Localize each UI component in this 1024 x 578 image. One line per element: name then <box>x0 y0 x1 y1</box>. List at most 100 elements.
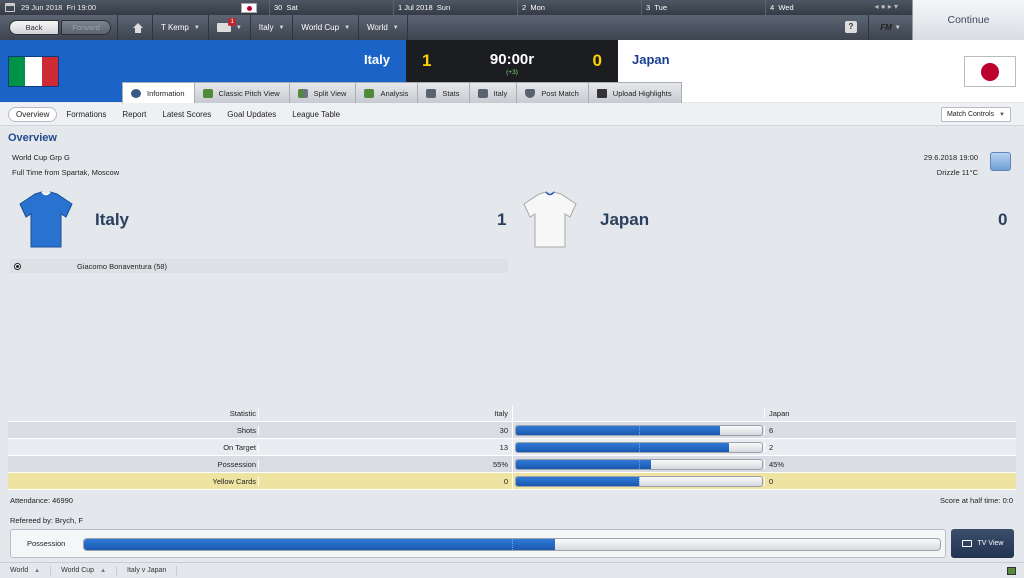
home-team-name[interactable]: Italy <box>330 52 390 67</box>
calendar-controls[interactable]: ◂ ● ▸ ▾ <box>874 2 898 11</box>
stats-row-shots: Shots 30 6 <box>8 421 1016 439</box>
stat-comparison-bar <box>514 475 763 487</box>
match-controls-dropdown[interactable]: Match Controls ▼ <box>940 107 1011 122</box>
stat-away-value: 45% <box>764 459 1012 469</box>
home-button[interactable] <box>124 15 153 40</box>
home-team-label[interactable]: Italy <box>95 210 129 230</box>
stat-bar-cell <box>512 472 764 490</box>
subnav-goal-updates[interactable]: Goal Updates <box>220 108 283 121</box>
help-icon[interactable]: ? <box>845 21 857 33</box>
stats-icon <box>426 88 437 98</box>
stat-label: Shots <box>236 425 256 435</box>
weather-label: Drizzle 11°C <box>936 168 978 177</box>
inbox-button[interactable]: 1 ▼ <box>209 15 251 40</box>
breadcrumb-match[interactable]: Italy v Japan <box>117 565 178 576</box>
bar-midline <box>638 459 640 469</box>
stats-row-on-target: On Target 13 2 <box>8 438 1016 456</box>
stat-comparison-bar <box>514 424 763 436</box>
calendar-day-1[interactable]: 30 Sat <box>269 0 393 15</box>
nav-divider <box>117 15 118 40</box>
subnav-report[interactable]: Report <box>115 108 153 121</box>
tab-analysis[interactable]: Analysis <box>356 82 419 103</box>
stat-bar-fill <box>515 442 729 452</box>
away-team-name[interactable]: Japan <box>632 52 670 67</box>
italy-flag-icon <box>8 56 59 87</box>
referee-label[interactable]: Refereed by: Brych, F <box>10 516 83 525</box>
possession-label: Possession <box>27 539 66 548</box>
tab-classic-pitch-view[interactable]: Classic Pitch View <box>194 82 290 103</box>
nav-menu-world[interactable]: World ▼ <box>359 15 408 40</box>
sub-navigation: Overview Formations Report Latest Scores… <box>0 103 1024 126</box>
subnav-latest-scores[interactable]: Latest Scores <box>155 108 218 121</box>
fm-logo: FM <box>880 23 892 32</box>
calendar-icon[interactable] <box>5 3 15 12</box>
stats-header-home: Italy <box>258 408 512 418</box>
stat-label: Yellow Cards <box>212 476 257 486</box>
bar-midline <box>512 539 513 550</box>
subnav-formations[interactable]: Formations <box>59 108 113 121</box>
status-indicator-icon[interactable] <box>1007 567 1016 575</box>
fm-menu[interactable]: FM ▼ <box>868 15 912 40</box>
inbox-icon: 1 <box>216 18 236 32</box>
scoreboard: 1 90:00r (+3) 0 <box>406 40 618 82</box>
tv-view-button[interactable]: TV View <box>951 529 1014 558</box>
tab-split-view[interactable]: Split View <box>289 82 357 103</box>
bar-midline <box>638 476 640 486</box>
stat-bar-cell <box>512 455 764 473</box>
manager-menu[interactable]: T Kemp ▼ <box>153 15 209 40</box>
match-tabs: Information Classic Pitch View Split Vie… <box>122 82 682 104</box>
subnav-league-table[interactable]: League Table <box>285 108 347 121</box>
tab-post-match[interactable]: Post Match <box>517 82 589 103</box>
japan-flag-icon <box>964 56 1016 87</box>
tab-information[interactable]: Information <box>122 82 195 104</box>
venue-label: Full Time from Spartak, Moscow <box>12 168 120 177</box>
away-team-label[interactable]: Japan <box>600 210 649 230</box>
chevron-down-icon: ▼ <box>999 111 1005 118</box>
tab-italy[interactable]: Italy <box>469 82 518 103</box>
continue-button[interactable]: Continue <box>912 0 1024 40</box>
navigation-bar: Back Forward T Kemp ▼ 1 ▼ Italy ▼ World Cup… <box>0 15 912 40</box>
chevron-down-icon: ▼ <box>235 24 242 31</box>
home-goals: 1 <box>497 210 507 229</box>
tv-icon <box>961 540 972 547</box>
stats-row-yellow-cards[interactable]: Yellow Cards 0 0 <box>8 472 1016 490</box>
inbox-count-badge: 1 <box>228 18 236 26</box>
calendar-day-3[interactable]: 2 Mon <box>517 0 641 15</box>
home-icon <box>132 22 144 33</box>
nav-menu-italy[interactable]: Italy ▼ <box>251 15 294 40</box>
stats-header-away: Japan <box>764 408 1012 418</box>
forward-button[interactable]: Forward <box>61 20 111 35</box>
stat-home-value: 30 <box>258 425 512 435</box>
calendar-day-2[interactable]: 1 Jul 2018 Sun <box>393 0 517 15</box>
weather-icon <box>990 152 1011 171</box>
stat-label: Possession <box>217 459 256 469</box>
stat-home-value: 13 <box>258 442 512 452</box>
stat-bar-cell <box>512 438 764 456</box>
competition-label[interactable]: World Cup Grp G <box>12 153 70 162</box>
nav-menu-world-cup[interactable]: World Cup ▼ <box>293 15 360 40</box>
breadcrumb-world[interactable]: World ▲ <box>0 565 52 576</box>
goal-scorer[interactable]: Giacomo Bonaventura (58) <box>77 262 167 271</box>
tab-upload-highlights[interactable]: Upload Highlights <box>588 82 682 103</box>
stat-bar-cell <box>512 421 764 439</box>
halftime-score: Score at half time: 0:0 <box>940 496 1013 505</box>
info-icon <box>131 89 141 98</box>
japan-flag-icon <box>241 2 257 13</box>
stats-header-row: Statistic Italy Japan <box>8 404 1016 422</box>
manager-name: T Kemp <box>161 23 189 32</box>
chevron-down-icon: ▼ <box>392 24 399 31</box>
chevron-up-icon: ▲ <box>34 567 41 574</box>
chevron-down-icon: ▼ <box>344 24 351 31</box>
back-button[interactable]: Back <box>9 20 59 35</box>
analysis-icon <box>364 88 375 98</box>
calendar-day-5[interactable]: 4 Wed <box>765 0 889 15</box>
stats-table: Statistic Italy Japan Shots 30 6 On Targ… <box>8 404 1016 490</box>
calendar-day-4[interactable]: 3 Tue <box>641 0 765 15</box>
match-time: 90:00r <box>489 51 535 68</box>
breadcrumb-world-cup[interactable]: World Cup ▲ <box>51 565 118 576</box>
team-icon <box>477 88 488 98</box>
tab-stats[interactable]: Stats <box>418 82 470 103</box>
split-view-icon <box>297 88 308 98</box>
subnav-overview[interactable]: Overview <box>8 106 58 122</box>
away-score: 0 <box>592 51 602 70</box>
